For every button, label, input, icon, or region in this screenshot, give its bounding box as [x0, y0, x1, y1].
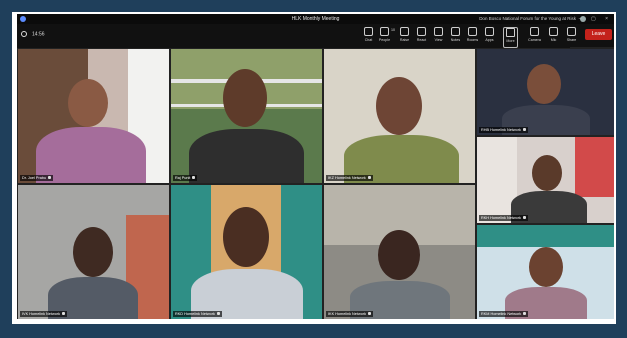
mic-icon	[549, 27, 558, 36]
apps-icon	[485, 27, 494, 36]
react-icon	[417, 27, 426, 36]
view-button[interactable]: View	[432, 27, 445, 46]
participant-face	[73, 227, 113, 277]
mic-status-icon	[48, 176, 52, 179]
notes-button[interactable]: Notes	[449, 27, 462, 46]
meeting-timer: 14:56	[21, 31, 45, 37]
people-icon	[380, 27, 389, 36]
participant-face	[68, 79, 108, 127]
participant-name: RKD Homelink Network	[173, 311, 222, 317]
more-button[interactable]: More	[503, 27, 518, 48]
organization-name: Don Bosco National Forum for the Young a…	[479, 16, 576, 21]
more-icon	[506, 28, 515, 37]
participant-face	[376, 77, 422, 135]
raise-hand-button[interactable]: Raise	[398, 27, 411, 46]
video-tile-ikz[interactable]: IKZ Homelink Network	[323, 48, 476, 184]
participant-face	[527, 64, 561, 104]
participant-name: IVK Homelink Network	[20, 311, 67, 317]
people-button[interactable]: People	[378, 27, 391, 46]
video-tile-rkm[interactable]: RKM Homelink Network	[476, 224, 614, 319]
people-count: 10	[391, 28, 395, 32]
video-tile-rkd[interactable]: RKD Homelink Network	[170, 184, 323, 319]
participant-body	[189, 129, 304, 183]
video-tile-rkh[interactable]: RKH Homelink Network	[476, 136, 614, 224]
notes-icon	[451, 27, 460, 36]
video-tile-raj-punit[interactable]: Raj Punit	[170, 48, 323, 184]
mic-status-icon	[522, 216, 526, 219]
chat-button[interactable]: Chat	[362, 27, 375, 46]
meeting-toolbar: 14:56 Chat People 10 Raise React View No…	[17, 24, 614, 48]
mic-status-icon	[61, 312, 65, 315]
share-button[interactable]: Share	[565, 27, 578, 46]
video-tile-rhb[interactable]: RHB Homelink Network	[476, 48, 614, 136]
timer-value: 14:56	[32, 31, 45, 38]
leave-button[interactable]: Leave	[585, 29, 612, 40]
participant-name: Raj Punit	[173, 175, 198, 181]
mic-status-icon	[367, 176, 371, 179]
participant-name: Dr. Joel Prabu	[20, 175, 54, 181]
rooms-button[interactable]: Rooms	[466, 27, 479, 46]
shield-icon	[21, 31, 27, 37]
video-tile-ivk[interactable]: IVK Homelink Network	[17, 184, 170, 319]
video-tile-dr-joel[interactable]: Dr. Joel Prabu	[17, 48, 170, 184]
share-icon	[567, 27, 576, 36]
mic-status-icon	[216, 312, 220, 315]
rooms-icon	[468, 27, 477, 36]
camera-icon	[530, 27, 539, 36]
mic-status-icon	[522, 128, 526, 131]
participant-name: IKZ Homelink Network	[326, 175, 373, 181]
title-bar: HLK Monthly Meeting Don Bosco National F…	[17, 14, 614, 24]
participant-face	[223, 207, 269, 267]
background-curtain	[575, 137, 614, 197]
teams-meeting-window: HLK Monthly Meeting Don Bosco National F…	[17, 14, 614, 319]
background-board	[477, 225, 614, 247]
participant-name: IKK Homelink Network	[326, 311, 373, 317]
view-icon	[434, 27, 443, 36]
mic-status-icon	[367, 312, 371, 315]
apps-button[interactable]: Apps	[483, 27, 496, 46]
raise-hand-icon	[400, 27, 409, 36]
mic-button[interactable]: Mic	[547, 27, 560, 46]
participant-face	[532, 155, 562, 191]
participant-face	[529, 247, 563, 287]
mic-status-icon	[523, 312, 527, 315]
chat-icon	[364, 27, 373, 36]
participant-name: RHB Homelink Network	[479, 127, 528, 133]
video-tile-ikk[interactable]: IKK Homelink Network	[323, 184, 476, 319]
mic-status-icon	[192, 176, 196, 179]
participant-face	[378, 230, 420, 280]
window-controls[interactable]: – ▢ ×	[579, 14, 612, 24]
participant-name: RKM Homelink Network	[479, 311, 529, 317]
participant-name: RKH Homelink Network	[479, 215, 528, 221]
camera-button[interactable]: Camera	[528, 27, 541, 46]
react-button[interactable]: React	[415, 27, 428, 46]
participant-face	[223, 69, 267, 127]
